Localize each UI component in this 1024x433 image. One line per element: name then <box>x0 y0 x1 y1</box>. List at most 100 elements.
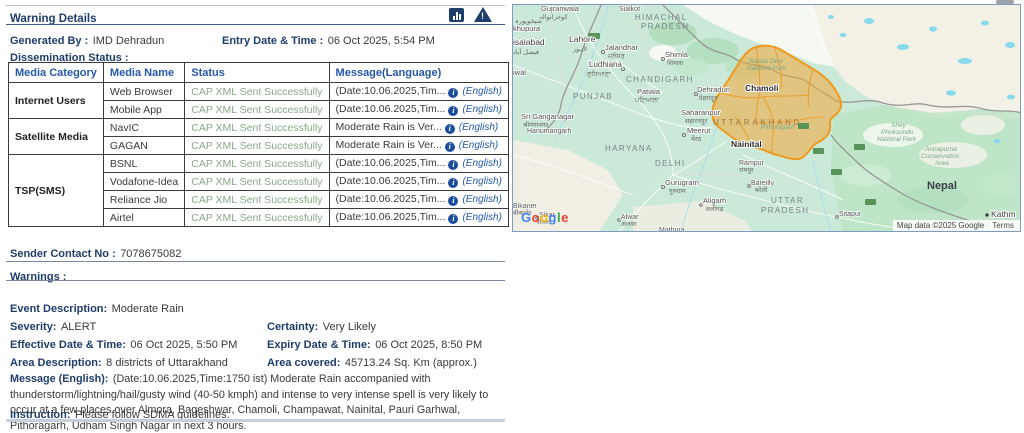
map-label: अलीगढ़ <box>705 205 724 213</box>
map-label: Bareilly <box>751 180 774 187</box>
map-label: Sitapur <box>839 211 862 218</box>
status-cell: CAP XML Sent Successfully <box>185 155 329 173</box>
info-icon[interactable]: i <box>448 88 458 98</box>
map-label: Gujranwala <box>541 5 580 13</box>
warning-details-panel: Warning Details Generated By : IMD Dehra… <box>8 0 505 433</box>
map-label: HARYANA <box>605 144 653 153</box>
divider <box>6 261 505 262</box>
map-label: मेरठ <box>691 135 702 143</box>
map-label: National Park <box>747 65 787 72</box>
map-label: Saharanpur <box>681 108 721 117</box>
google-logo[interactable]: Google <box>521 210 569 225</box>
map-label: सहारनपुर <box>685 118 707 125</box>
language-label: (English) <box>462 104 501 115</box>
info-icon[interactable]: i <box>448 106 458 116</box>
area-description-label: Area Description: <box>10 357 102 369</box>
message-preview: (Date:10.06.2025,Tim... <box>336 85 446 97</box>
severity-value: ALERT <box>61 321 96 333</box>
expiry-label: Expiry Date & Time: <box>267 339 371 351</box>
event-description-row: Event Description: Moderate Rain <box>10 299 505 317</box>
info-icon[interactable]: i <box>448 214 458 224</box>
status-cell: CAP XML Sent Successfully <box>185 173 329 191</box>
terms-link[interactable]: Terms <box>990 221 1016 230</box>
expiry-value: 06 Oct 2025, 8:50 PM <box>375 339 482 351</box>
map-label: Bikaner <box>513 203 537 210</box>
map-label: Dehradun <box>697 85 730 94</box>
message-cell: (Date:10.06.2025,Tim...i(English) <box>329 155 508 173</box>
map-label: لاہور <box>572 45 587 53</box>
message-preview: (Date:10.06.2025,Tim... <box>336 193 446 205</box>
divider <box>6 280 505 281</box>
status-cell: CAP XML Sent Successfully <box>185 209 329 227</box>
map-label: Gurugram <box>665 178 699 187</box>
column-header: Status <box>185 63 329 83</box>
effective-value: 06 Oct 2025, 5:50 PM <box>130 339 237 351</box>
message-cell: (Date:10.06.2025,Tim...i(English) <box>329 173 508 191</box>
map-label: Nepal <box>927 180 957 192</box>
map-attribution: Map data ©2025 GoogleTerms <box>893 220 1020 231</box>
area-covered-label: Area covered: <box>267 357 340 369</box>
message-cell: (Date:10.06.2025,Tim...i (English) <box>329 83 508 101</box>
warning-triangle-icon[interactable] <box>474 7 492 22</box>
map-label: Alwar <box>621 214 639 221</box>
info-icon[interactable]: i <box>445 124 455 134</box>
status-cell: CAP XML Sent Successfully <box>185 119 329 137</box>
map-label: PUNJAB <box>573 92 613 101</box>
divider <box>6 24 505 25</box>
map-label: ਲੁਧਿਆਣਾ <box>586 70 612 78</box>
media-name-cell: Vodafone-Idea <box>103 173 184 191</box>
language-label: (English) <box>462 194 501 205</box>
media-category-cell: Internet Users <box>9 83 104 119</box>
map-canvas[interactable]: GujranwalaكوجرانوالہSialkotHIMACHALPRADE… <box>512 4 1021 232</box>
severity-certainty-row: Severity: ALERT Certainty: Very Likely <box>10 317 505 335</box>
info-icon[interactable]: i <box>448 160 458 170</box>
message-cell: (Date:10.06.2025,Tim...i (English) <box>329 101 508 119</box>
divider <box>6 419 505 422</box>
column-header: Message(Language) <box>329 63 508 83</box>
message-preview: (Date:10.06.2025,Tim... <box>336 103 446 115</box>
generated-by-row: Generated By : IMD Dehradun Entry Date &… <box>10 31 505 49</box>
status-cell: CAP XML Sent Successfully <box>185 137 329 155</box>
info-icon[interactable]: i <box>445 142 455 152</box>
map-label: गुरुग्राम <box>669 188 686 195</box>
area-description-value: 8 districts of Uttarakhand <box>106 357 228 369</box>
map-label: Sri Ganganagar <box>521 112 574 121</box>
column-header: Media Category <box>9 63 104 83</box>
map-label: CHANDIGARH <box>626 75 694 84</box>
certainty-value: Very Likely <box>323 321 376 333</box>
media-name-cell: Mobile App <box>103 101 184 119</box>
message-preview: Moderate Rain is Ver... <box>336 121 442 133</box>
map-label: बरेली <box>755 186 768 194</box>
divider <box>6 5 505 6</box>
language-label: (English) <box>462 176 501 187</box>
language-label: (English) <box>462 86 501 97</box>
map-svg: GujranwalaكوجرانوالہSialkotHIMACHALPRADE… <box>513 5 1021 232</box>
map-label: Hanumangarh <box>527 128 571 135</box>
map-label: Nanda Devi <box>749 58 784 65</box>
map-label: Area <box>934 160 949 167</box>
message-row: Message (English): (Date:10.06.2025,Time… <box>10 371 505 433</box>
message-label: Message (English): <box>10 373 108 385</box>
map-label: Shimla <box>665 50 689 59</box>
map-label: Nainital <box>731 139 762 149</box>
map-label: Shey <box>891 122 907 129</box>
dissemination-table: Media CategoryMedia NameStatusMessage(La… <box>8 62 509 227</box>
map-label: Patiala <box>637 87 661 96</box>
map-label: DELHI <box>655 159 686 168</box>
status-cell: CAP XML Sent Successfully <box>185 83 329 101</box>
map-label: Meerut <box>687 126 711 135</box>
entry-datetime-label: Entry Date & Time : <box>222 35 323 47</box>
panel-header: Warning Details <box>10 9 503 24</box>
map-label: Aligarh <box>703 196 726 205</box>
info-icon[interactable]: i <box>448 196 458 206</box>
info-icon[interactable]: i <box>448 178 458 188</box>
map-label: National Park <box>877 136 917 143</box>
chart-icon[interactable] <box>449 8 464 22</box>
media-name-cell: Web Browser <box>103 83 184 101</box>
scrollbar-fragment[interactable] <box>996 0 1014 4</box>
map-label: शिमला <box>667 59 683 67</box>
message-preview: Moderate Rain is Ver... <box>336 139 442 151</box>
certainty-label: Certainty: <box>267 321 318 333</box>
map-label: Mathura <box>659 227 685 232</box>
sender-contact-row: Sender Contact No : 7078675082 <box>10 244 505 262</box>
